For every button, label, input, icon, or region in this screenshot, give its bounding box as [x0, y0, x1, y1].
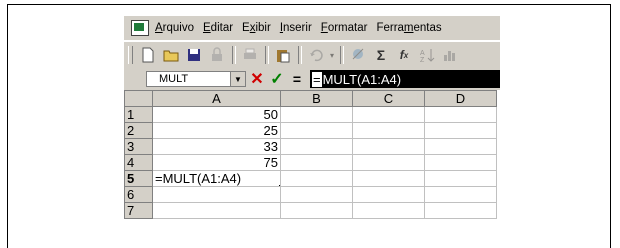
- cell-c7[interactable]: [352, 202, 425, 219]
- table-row: 3 33: [124, 138, 497, 155]
- worksheet-table: A B C D 1 50 2 25 3 33 4 75 5 =MULT(A1:A…: [124, 90, 497, 219]
- cell-a5-active[interactable]: =MULT(A1:A4): [152, 170, 281, 187]
- row-header[interactable]: 3: [124, 138, 153, 155]
- cell-a6[interactable]: [152, 186, 281, 203]
- workbook-icon[interactable]: [131, 20, 149, 36]
- cell-c3[interactable]: [352, 138, 425, 155]
- column-header-c[interactable]: C: [352, 90, 425, 107]
- cancel-icon[interactable]: ✕: [248, 70, 266, 88]
- cell-a7[interactable]: [152, 202, 281, 219]
- enter-icon[interactable]: ✓: [268, 70, 286, 88]
- new-icon[interactable]: [137, 44, 159, 66]
- cell-b1[interactable]: [280, 106, 353, 123]
- menu-bar: Arquivo Editar Exibir Inserir Formatar F…: [124, 16, 500, 41]
- function-icon[interactable]: fx: [393, 44, 415, 66]
- column-header-a[interactable]: A: [152, 90, 281, 107]
- cell-b3[interactable]: [280, 138, 353, 155]
- undo-icon[interactable]: [305, 44, 327, 66]
- cell-b7[interactable]: [280, 202, 353, 219]
- cell-b5[interactable]: [280, 170, 353, 187]
- svg-text:Z: Z: [420, 57, 425, 63]
- row-header[interactable]: 7: [124, 202, 153, 219]
- menu-ferramentas[interactable]: Ferramentas: [376, 22, 441, 34]
- cell-c5[interactable]: [352, 170, 425, 187]
- select-all-corner[interactable]: [124, 90, 153, 107]
- cell-a2[interactable]: 25: [152, 122, 281, 139]
- cell-c2[interactable]: [352, 122, 425, 139]
- toolbar-separator: [340, 46, 344, 64]
- table-row: 2 25: [124, 122, 497, 139]
- column-header-d[interactable]: D: [424, 90, 497, 107]
- cell-c6[interactable]: [352, 186, 425, 203]
- toolbar-separator: [298, 46, 302, 64]
- cell-b4[interactable]: [280, 154, 353, 171]
- menu-arquivo[interactable]: Arquivo: [155, 22, 194, 34]
- print-icon[interactable]: [239, 44, 261, 66]
- name-box-value: MULT: [159, 73, 189, 85]
- save-icon[interactable]: [183, 44, 205, 66]
- name-box[interactable]: MULT ▼: [146, 71, 246, 87]
- column-header-row: A B C D: [124, 90, 497, 107]
- edit-formula-button[interactable]: =: [288, 70, 306, 88]
- row-header[interactable]: 5: [124, 170, 153, 187]
- cell-b2[interactable]: [280, 122, 353, 139]
- cell-b6[interactable]: [280, 186, 353, 203]
- table-row: 7: [124, 202, 497, 219]
- worksheet-grid: A B C D 1 50 2 25 3 33 4 75 5 =MULT(A1:A…: [124, 90, 500, 248]
- toolbar-separator: [265, 46, 269, 64]
- row-header[interactable]: 1: [124, 106, 153, 123]
- toolbar-separator: [232, 46, 236, 64]
- formula-input[interactable]: = MULT(A1:A4): [310, 70, 500, 88]
- menu-editar[interactable]: Editar: [203, 22, 233, 34]
- permission-icon[interactable]: [206, 44, 228, 66]
- menu-inserir[interactable]: Inserir: [280, 22, 312, 34]
- standard-toolbar: ▾ Σ fx AZ: [124, 41, 500, 69]
- cell-d5[interactable]: [424, 170, 497, 187]
- toolbar-grip[interactable]: [128, 46, 133, 64]
- sort-icon[interactable]: AZ: [416, 44, 438, 66]
- table-row: 1 50: [124, 106, 497, 123]
- cell-a4[interactable]: 75: [152, 154, 281, 171]
- table-row: 4 75: [124, 154, 497, 171]
- cell-a3[interactable]: 33: [152, 138, 281, 155]
- menu-exibir[interactable]: Exibir: [242, 22, 271, 34]
- formula-bar: MULT ▼ ✕ ✓ = = MULT(A1:A4): [124, 68, 500, 90]
- chevron-down-icon[interactable]: ▼: [230, 72, 245, 86]
- cell-d2[interactable]: [424, 122, 497, 139]
- formula-text: MULT(A1:A4): [322, 71, 402, 87]
- cell-d6[interactable]: [424, 186, 497, 203]
- open-icon[interactable]: [160, 44, 182, 66]
- row-header[interactable]: 6: [124, 186, 153, 203]
- paste-icon[interactable]: [272, 44, 294, 66]
- cell-c4[interactable]: [352, 154, 425, 171]
- spreadsheet-app: Arquivo Editar Exibir Inserir Formatar F…: [124, 16, 500, 248]
- formula-equals: =: [312, 71, 322, 87]
- cell-d7[interactable]: [424, 202, 497, 219]
- row-header[interactable]: 2: [124, 122, 153, 139]
- autosum-icon[interactable]: Σ: [370, 44, 392, 66]
- hyperlink-icon[interactable]: [347, 44, 369, 66]
- cell-a1[interactable]: 50: [152, 106, 281, 123]
- table-row: 6: [124, 186, 497, 203]
- row-header[interactable]: 4: [124, 154, 153, 171]
- chart-icon[interactable]: [439, 44, 461, 66]
- cell-c1[interactable]: [352, 106, 425, 123]
- cell-d4[interactable]: [424, 154, 497, 171]
- column-header-b[interactable]: B: [280, 90, 353, 107]
- cell-d1[interactable]: [424, 106, 497, 123]
- cell-d3[interactable]: [424, 138, 497, 155]
- menu-formatar[interactable]: Formatar: [321, 22, 368, 34]
- chevron-down-icon[interactable]: ▾: [328, 44, 336, 66]
- table-row: 5 =MULT(A1:A4): [124, 170, 497, 187]
- svg-text:A: A: [420, 50, 425, 57]
